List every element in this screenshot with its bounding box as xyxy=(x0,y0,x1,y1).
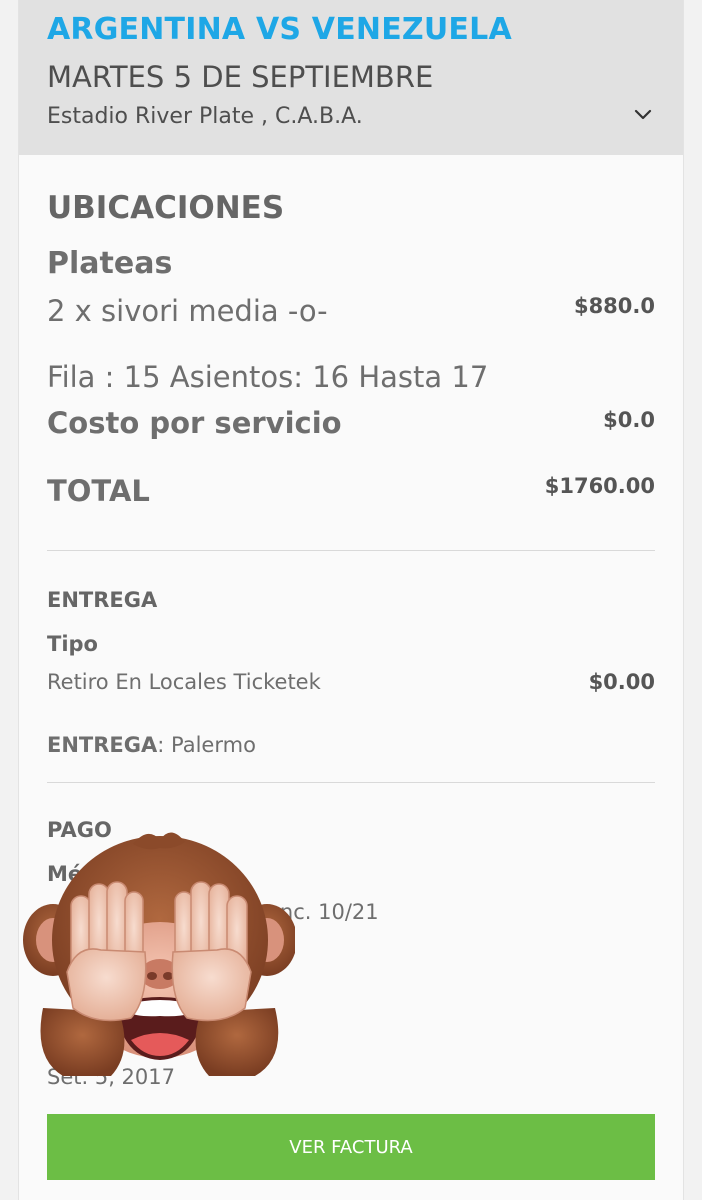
order-summary-card: ARGENTINA VS VENEZUELA MARTES 5 DE SEPTI… xyxy=(18,0,684,1200)
delivery-place: ENTREGA: Palermo xyxy=(47,733,256,757)
delivery-type-value: Retiro En Locales Ticketek xyxy=(47,670,321,694)
delivery-heading: ENTREGA xyxy=(47,588,158,612)
event-header[interactable]: ARGENTINA VS VENEZUELA MARTES 5 DE SEPTI… xyxy=(19,0,683,155)
locations-heading: UBICACIONES xyxy=(47,190,285,226)
total-label: TOTAL xyxy=(47,474,150,508)
see-no-evil-monkey-icon xyxy=(23,832,295,1076)
ticket-line: 2 x sivori media -o- xyxy=(47,294,328,328)
ticket-price: $880.0 xyxy=(573,294,655,318)
view-invoice-button[interactable]: VER FACTURA xyxy=(47,1114,655,1180)
service-fee-price: $0.0 xyxy=(603,408,655,432)
service-fee-label: Costo por servicio xyxy=(47,406,342,440)
delivery-type-price: $0.00 xyxy=(588,670,655,694)
event-venue: Estadio River Plate , C.A.B.A. xyxy=(47,104,363,129)
delivery-place-value: : Palermo xyxy=(157,733,256,757)
event-title: ARGENTINA VS VENEZUELA xyxy=(47,12,512,47)
event-date: MARTES 5 DE SEPTIEMBRE xyxy=(47,60,434,94)
delivery-type-label: Tipo xyxy=(47,632,98,656)
divider xyxy=(47,782,655,783)
delivery-place-label: ENTREGA xyxy=(47,733,158,757)
chevron-down-icon[interactable] xyxy=(633,104,653,124)
total-price: $1760.00 xyxy=(544,474,655,498)
seats-info: Fila : 15 Asientos: 16 Hasta 17 xyxy=(47,360,489,394)
section-name: Plateas xyxy=(47,246,173,281)
divider xyxy=(47,550,655,551)
